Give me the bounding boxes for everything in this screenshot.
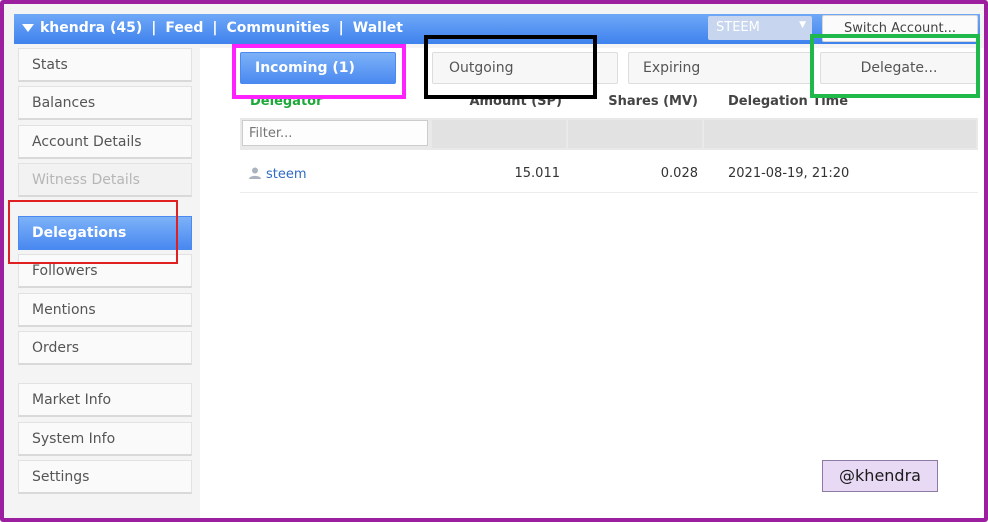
table-row: steem 15.011 0.028 2021-08-19, 21:20 — [240, 156, 978, 193]
sidebar-item-orders[interactable]: Orders — [18, 331, 192, 365]
sidebar-item-system-info[interactable]: System Info — [18, 422, 192, 456]
nav-link-communities[interactable]: Communities — [227, 20, 330, 36]
caret-down-icon[interactable] — [22, 24, 34, 32]
tab-incoming[interactable]: Incoming (1) — [240, 52, 396, 84]
sidebar: Stats Balances Account Details Witness D… — [14, 48, 194, 518]
delegations-panel: Incoming (1) Outgoing Expiring Delegate.… — [200, 48, 984, 518]
sidebar-item-followers[interactable]: Followers — [18, 254, 192, 288]
nav-separator: | — [212, 20, 218, 36]
account-menu[interactable]: khendra (45) — [40, 20, 142, 36]
sidebar-item-stats[interactable]: Stats — [18, 48, 192, 82]
column-header-shares[interactable]: Shares (MV) — [570, 94, 698, 116]
amount-cell: 15.011 — [514, 166, 561, 181]
filter-row — [240, 118, 978, 150]
delegation-time-cell: 2021-08-19, 21:20 — [728, 166, 850, 181]
filter-input[interactable] — [242, 120, 428, 146]
sidebar-item-witness-details: Witness Details — [18, 163, 192, 197]
currency-select-value: STEEM — [716, 20, 760, 35]
chevron-down-icon: ▼ — [799, 20, 806, 30]
delegator-name[interactable]: steem — [266, 167, 307, 182]
currency-select[interactable]: STEEM ▼ — [708, 16, 812, 40]
tab-expiring[interactable]: Expiring — [628, 52, 814, 84]
sidebar-item-market-info[interactable]: Market Info — [18, 383, 192, 417]
nav-separator: | — [338, 20, 344, 36]
filter-cell — [568, 120, 702, 148]
sidebar-item-account-details[interactable]: Account Details — [18, 125, 192, 159]
nav-link-feed[interactable]: Feed — [165, 20, 203, 36]
column-header-amount[interactable]: Amount (SP) — [430, 94, 562, 116]
shares-cell: 0.028 — [660, 166, 698, 181]
delegate-button[interactable]: Delegate... — [820, 52, 978, 84]
handle-label: @khendra — [822, 460, 938, 492]
sidebar-item-balances[interactable]: Balances — [18, 86, 192, 120]
filter-cell — [704, 120, 976, 148]
switch-account-button[interactable]: Switch Account... — [822, 15, 978, 42]
filter-cell — [432, 120, 566, 148]
user-icon — [249, 167, 261, 179]
sidebar-item-delegations[interactable]: Delegations — [18, 216, 192, 250]
top-navigation-bar: khendra (45) | Feed | Communities | Wall… — [14, 14, 980, 44]
sidebar-item-mentions[interactable]: Mentions — [18, 293, 192, 327]
window-frame: khendra (45) | Feed | Communities | Wall… — [0, 0, 988, 522]
delegator-cell[interactable]: steem — [248, 156, 428, 192]
nav-separator: | — [151, 20, 157, 36]
tab-outgoing[interactable]: Outgoing — [432, 52, 618, 84]
nav-links: khendra (45) | Feed | Communities | Wall… — [22, 20, 403, 36]
nav-link-wallet[interactable]: Wallet — [353, 20, 403, 36]
sidebar-item-settings[interactable]: Settings — [18, 460, 192, 494]
column-header-delegation-time[interactable]: Delegation Time — [728, 94, 848, 116]
column-header-delegator[interactable]: Delegator — [250, 94, 323, 116]
